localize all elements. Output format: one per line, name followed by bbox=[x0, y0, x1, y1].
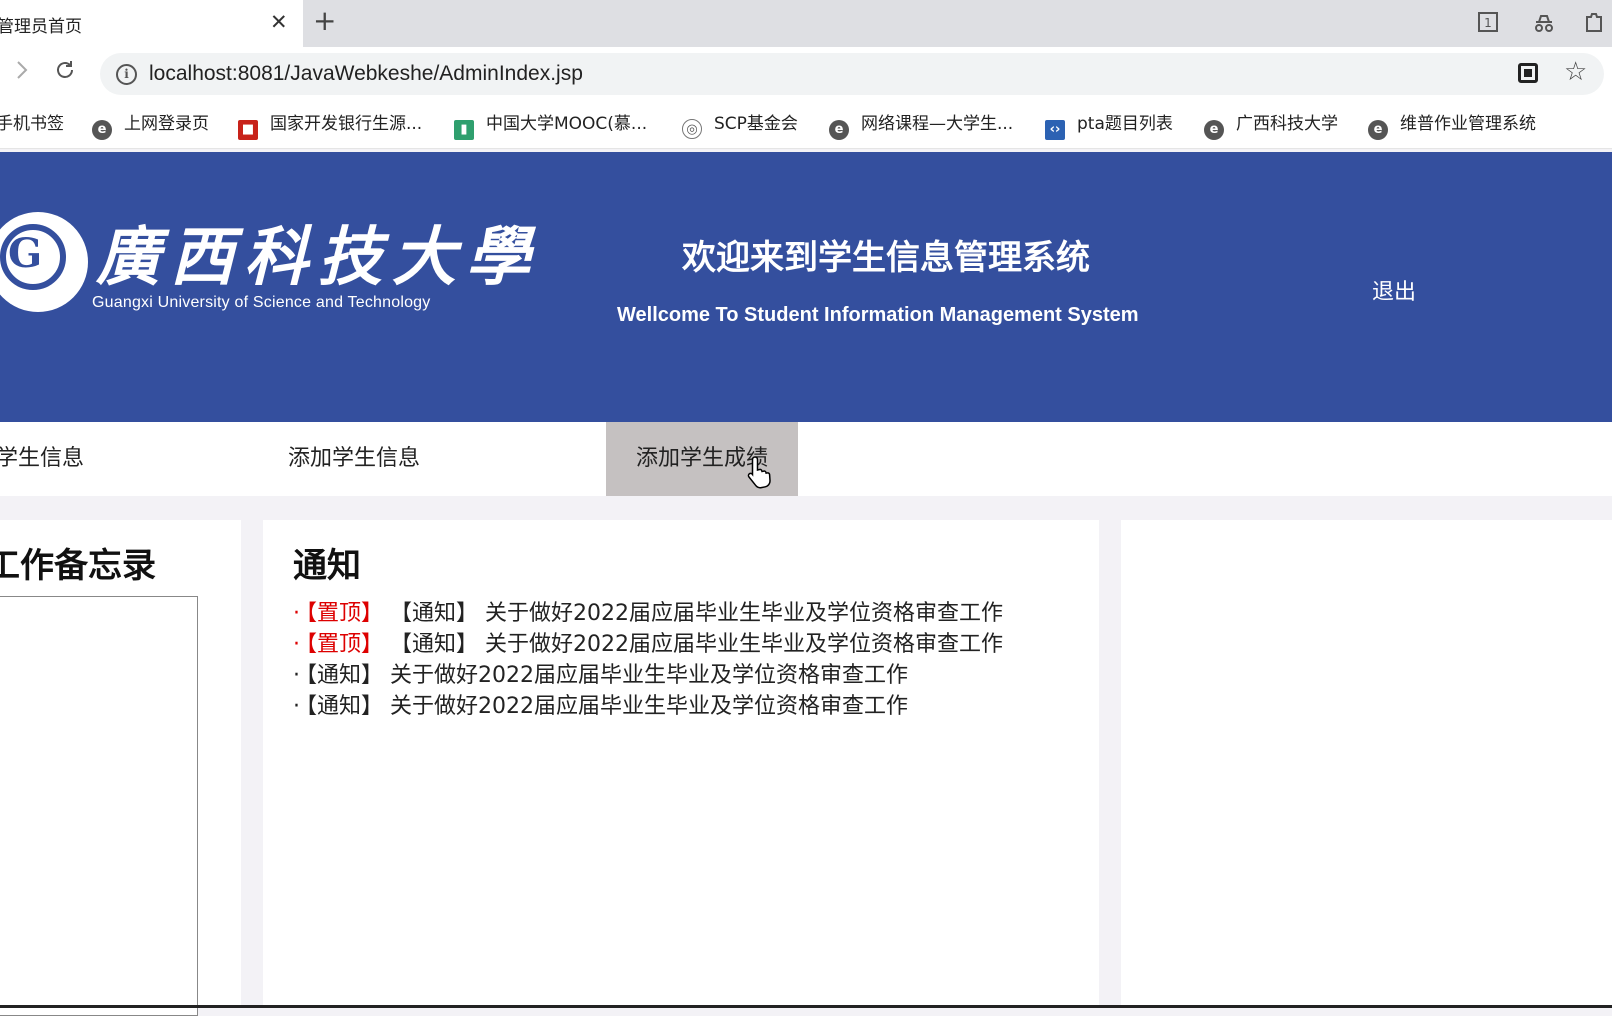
pinned-tag: 【置顶】 bbox=[306, 601, 384, 626]
logout-link[interactable]: 退出 bbox=[1372, 274, 1416, 306]
bookmark-item[interactable]: e 广西科技大学 bbox=[1204, 112, 1338, 140]
e-browser-icon: e bbox=[92, 120, 112, 140]
pta-icon: ‹› bbox=[1045, 120, 1065, 140]
memo-title: 工作备忘录 bbox=[0, 546, 156, 586]
right-panel bbox=[1121, 520, 1612, 1008]
tab-close-icon[interactable]: ✕ bbox=[270, 10, 288, 34]
bookmark-item[interactable]: e 上网登录页 bbox=[92, 112, 209, 140]
pinned-tag: 【置顶】 bbox=[306, 632, 384, 657]
notice-title: 通知 bbox=[293, 546, 361, 586]
bookmark-item[interactable]: e 网络课程—大学生... bbox=[829, 112, 1013, 140]
nav-add-student-info[interactable]: 添加学生信息 bbox=[288, 422, 420, 496]
e-browser-icon: e bbox=[1368, 120, 1388, 140]
tab-title: 管理员首页 bbox=[0, 17, 82, 37]
reload-icon[interactable] bbox=[53, 58, 77, 88]
notice-item[interactable]: · 【通知】 关于做好2022届应届毕业生毕业及学位资格审查工作 bbox=[293, 660, 1003, 691]
memo-textarea[interactable] bbox=[0, 596, 198, 1016]
bookmark-item[interactable]: 手机书签 bbox=[0, 112, 64, 136]
browser-tabstrip: 管理员首页 ✕ + 1 bbox=[0, 0, 1612, 47]
bookmark-item[interactable]: ‹› pta题目列表 bbox=[1045, 112, 1173, 140]
page-subtitle: Wellcome To Student Information Manageme… bbox=[617, 304, 1139, 326]
url-text[interactable]: localhost:8081/JavaWebkeshe/AdminIndex.j… bbox=[149, 62, 583, 86]
cdb-icon: ■ bbox=[238, 120, 258, 140]
nav-student-info[interactable]: 学生信息 bbox=[0, 422, 84, 496]
e-browser-icon: e bbox=[1204, 120, 1224, 140]
mooc-icon: ▮ bbox=[454, 120, 474, 140]
bookmark-item[interactable]: ◎ SCP基金会 bbox=[682, 112, 798, 139]
incognito-icon[interactable] bbox=[1532, 11, 1556, 35]
site-header: G 廣西科技大學 Guangxi University of Science a… bbox=[0, 152, 1612, 422]
browser-tab[interactable]: 管理员首页 ✕ bbox=[0, 0, 303, 47]
browser-toolbar: i localhost:8081/JavaWebkeshe/AdminIndex… bbox=[0, 47, 1612, 102]
bookmark-item[interactable]: ▮ 中国大学MOOC(慕... bbox=[454, 112, 647, 140]
university-name-en: Guangxi University of Science and Techno… bbox=[92, 294, 431, 311]
university-logo-text: 廣西科技大學 bbox=[96, 220, 540, 295]
memo-panel: 工作备忘录 bbox=[0, 520, 241, 1016]
site-info-icon[interactable]: i bbox=[116, 64, 137, 85]
notice-item[interactable]: · 【置顶】 【通知】 关于做好2022届应届毕业生毕业及学位资格审查工作 bbox=[293, 629, 1003, 660]
notice-item[interactable]: · 【通知】 关于做好2022届应届毕业生毕业及学位资格审查工作 bbox=[293, 691, 1003, 722]
address-bar[interactable]: i localhost:8081/JavaWebkeshe/AdminIndex… bbox=[100, 53, 1604, 95]
e-browser-icon: e bbox=[829, 120, 849, 140]
notice-panel: 通知 · 【置顶】 【通知】 关于做好2022届应届毕业生毕业及学位资格审查工作 … bbox=[263, 520, 1099, 1008]
bookmark-item[interactable]: e 维普作业管理系统 bbox=[1368, 112, 1536, 140]
qr-code-icon[interactable] bbox=[1518, 63, 1538, 83]
extensions-icon[interactable] bbox=[1582, 11, 1606, 35]
new-tab-icon[interactable]: + bbox=[313, 6, 336, 36]
bookmark-item[interactable]: ■ 国家开发银行生源... bbox=[238, 112, 422, 140]
main-nav: 学生信息 添加学生信息 添加学生成绩 bbox=[0, 422, 1612, 496]
notice-item[interactable]: · 【置顶】 【通知】 关于做好2022届应届毕业生毕业及学位资格审查工作 bbox=[293, 598, 1003, 629]
forward-icon[interactable] bbox=[14, 59, 30, 87]
notice-list: · 【置顶】 【通知】 关于做好2022届应届毕业生毕业及学位资格审查工作 · 【置… bbox=[293, 598, 1003, 722]
university-seal-icon: G bbox=[0, 212, 88, 312]
svg-text:1: 1 bbox=[1484, 16, 1492, 30]
page-title: 欢迎来到学生信息管理系统 bbox=[682, 238, 1090, 278]
scp-icon: ◎ bbox=[682, 119, 702, 139]
bookmarks-bar: 手机书签 e 上网登录页 ■ 国家开发银行生源... ▮ 中国大学MOOC(慕... … bbox=[0, 102, 1612, 149]
tab-count-icon[interactable]: 1 bbox=[1476, 11, 1500, 35]
hand-cursor-icon bbox=[747, 456, 771, 489]
bookmark-star-icon[interactable]: ☆ bbox=[1564, 57, 1587, 87]
